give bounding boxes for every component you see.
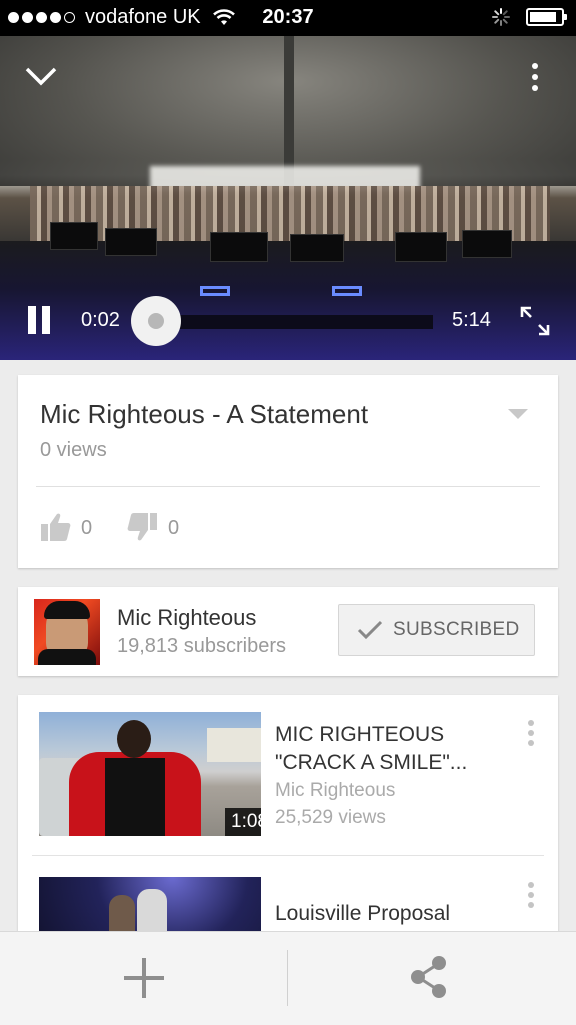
channel-avatar[interactable] [34, 599, 100, 665]
like-count: 0 [81, 517, 93, 539]
video-title: Mic Righteous - A Statement [40, 399, 369, 429]
video-frame-floorlight [200, 286, 230, 296]
share-icon[interactable] [404, 952, 454, 1002]
video-frame-speaker [290, 234, 344, 262]
activity-spinner-icon [492, 8, 510, 26]
related-video-title[interactable]: MIC RIGHTEOUS "CRACK A SMILE"... [275, 721, 515, 777]
video-frame-stage [0, 241, 576, 360]
subscribe-button[interactable]: SUBSCRIBED [338, 604, 535, 656]
add-icon[interactable] [118, 952, 170, 1004]
chevron-down-icon[interactable] [24, 66, 58, 86]
video-frame-speaker [210, 232, 268, 262]
status-bar: vodafone UK 20:37 [0, 0, 576, 36]
related-video-thumbnail[interactable]: 1:08 [39, 712, 261, 836]
pause-icon[interactable] [28, 306, 54, 334]
video-frame-speaker [50, 222, 98, 250]
subscriber-count: 19,813 subscribers [117, 635, 286, 657]
more-vert-icon[interactable] [527, 719, 535, 747]
channel-name[interactable]: Mic Righteous [117, 605, 256, 631]
thumbs-up-icon[interactable] [40, 511, 72, 543]
expand-description-icon[interactable] [508, 409, 528, 419]
video-frame-speaker [105, 228, 157, 256]
related-video-channel: Mic Righteous [275, 780, 396, 801]
video-duration-badge: 1:08 [225, 808, 261, 836]
subscribe-label: SUBSCRIBED [393, 619, 520, 640]
bottom-action-bar [0, 931, 576, 1025]
related-videos-card: 1:08 MIC RIGHTEOUS "CRACK A SMILE"... Mi… [18, 695, 558, 955]
related-video-views: 25,529 views [275, 807, 386, 828]
video-frame-floorlight [332, 286, 362, 296]
thumbs-down-icon[interactable] [126, 511, 158, 543]
status-time: 20:37 [262, 6, 314, 28]
more-vert-icon[interactable] [530, 62, 540, 92]
dislike-count: 0 [168, 517, 180, 539]
duration-time: 5:14 [452, 309, 491, 331]
scrub-handle[interactable] [131, 296, 181, 346]
related-video-title[interactable]: Louisville Proposal [275, 902, 450, 926]
divider [287, 950, 288, 1006]
current-time: 0:02 [81, 309, 120, 331]
status-right [492, 8, 567, 26]
video-info-card: Mic Righteous - A Statement 0 views 0 0 [18, 375, 558, 568]
channel-card[interactable]: Mic Righteous 19,813 subscribers SUBSCRI… [18, 587, 558, 676]
video-frame-speaker [462, 230, 512, 258]
divider [36, 486, 540, 487]
check-icon [357, 620, 383, 640]
video-player[interactable]: 0:02 5:14 [0, 36, 576, 360]
battery-icon [526, 8, 567, 26]
progress-track[interactable] [156, 315, 433, 329]
video-frame-speaker [395, 232, 447, 262]
divider [32, 855, 544, 856]
fullscreen-icon[interactable] [520, 306, 550, 336]
more-vert-icon[interactable] [527, 881, 535, 909]
view-count: 0 views [40, 439, 107, 461]
